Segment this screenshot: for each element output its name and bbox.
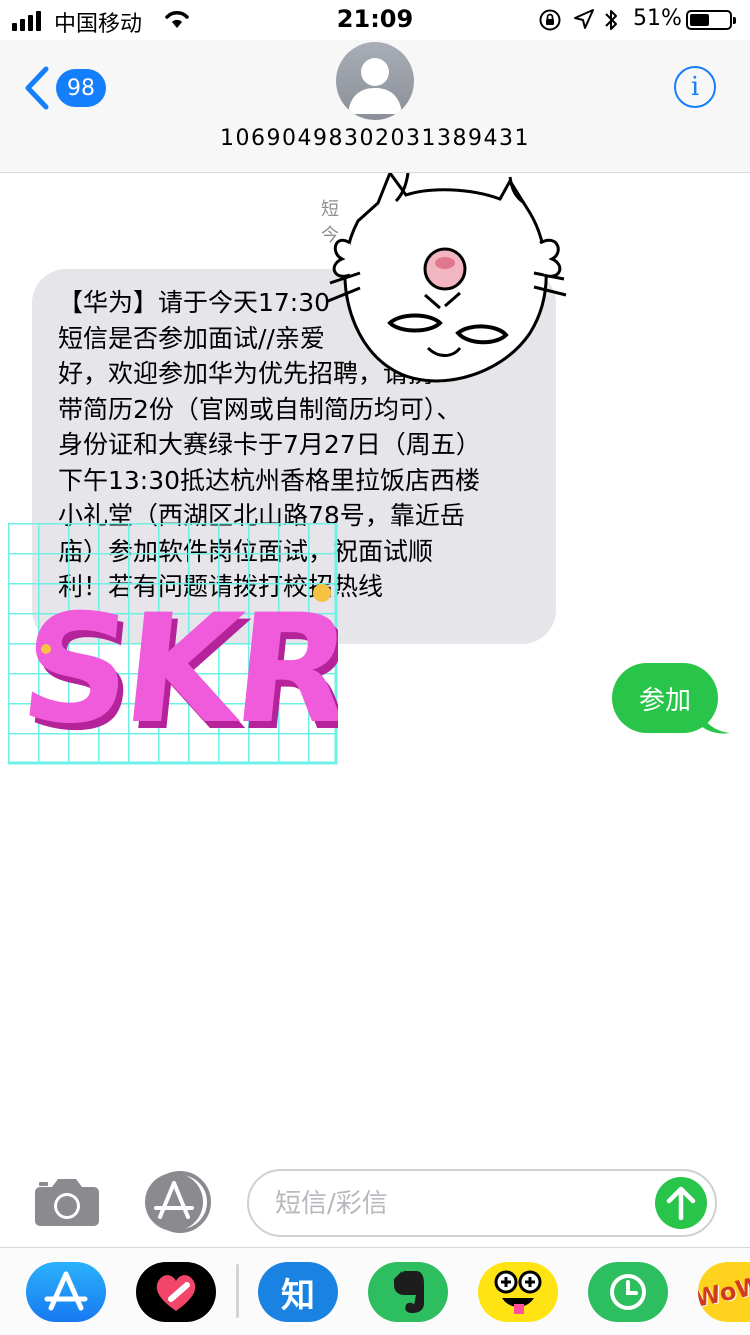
back-button[interactable]: 98 bbox=[24, 66, 106, 110]
sticker-text: SKR bbox=[13, 582, 338, 757]
digital-touch-app[interactable] bbox=[136, 1262, 216, 1322]
chevron-left-icon bbox=[25, 66, 49, 110]
camera-icon[interactable] bbox=[34, 1177, 100, 1227]
battery-icon bbox=[686, 10, 736, 30]
location-arrow-icon bbox=[574, 9, 594, 29]
status-bar: 中国移动 21:09 51% bbox=[0, 0, 750, 40]
app-store-button-icon[interactable] bbox=[140, 1171, 214, 1233]
bluetooth-icon bbox=[605, 10, 617, 30]
message-input-container[interactable] bbox=[247, 1169, 717, 1237]
heart-touch-icon bbox=[156, 1275, 196, 1311]
battery-percent: 51% bbox=[633, 6, 682, 31]
skr-sticker[interactable]: SKR SKR bbox=[8, 523, 338, 765]
compose-bar bbox=[0, 1163, 750, 1247]
info-icon: i bbox=[690, 72, 700, 102]
evernote-icon bbox=[394, 1271, 424, 1313]
emoji-face-icon bbox=[494, 1270, 542, 1314]
message-line: 下午13:30抵达杭州香格里拉饭店西楼 bbox=[58, 465, 481, 495]
clock-icon bbox=[610, 1274, 646, 1310]
evernote-app[interactable] bbox=[368, 1262, 448, 1322]
app-store-app[interactable] bbox=[26, 1262, 106, 1322]
orientation-lock-icon bbox=[539, 9, 561, 31]
contact-avatar[interactable] bbox=[336, 42, 414, 120]
zhihu-app[interactable]: 知 bbox=[258, 1262, 338, 1322]
outgoing-message-text: 参加 bbox=[638, 685, 691, 716]
info-button[interactable]: i bbox=[674, 66, 716, 108]
unread-count-badge: 98 bbox=[56, 69, 106, 107]
app-drawer-divider bbox=[236, 1264, 239, 1318]
battery-level-fill bbox=[690, 14, 709, 26]
message-list[interactable]: 短 今 【华为】请于今天17:30 短信是否参加面试//亲爱 好，欢迎参加华为优… bbox=[0, 173, 750, 1163]
conversation-header: 98 1069049830203138943​1 i bbox=[0, 40, 750, 173]
clock-app[interactable] bbox=[588, 1262, 668, 1322]
person-silhouette-icon bbox=[348, 58, 402, 114]
imessage-app-drawer: 知 WoW bbox=[0, 1247, 750, 1335]
wow-sticker-icon: WoW bbox=[698, 1271, 750, 1313]
appstore-icon bbox=[44, 1271, 88, 1311]
contact-number[interactable]: 1069049830203138943​1 bbox=[0, 126, 750, 151]
bubble-tail bbox=[700, 709, 730, 734]
zhihu-icon: 知 bbox=[281, 1275, 315, 1316]
wow-sticker-app[interactable]: WoW bbox=[698, 1262, 750, 1322]
message-input[interactable] bbox=[273, 1171, 647, 1237]
send-button[interactable] bbox=[655, 1177, 707, 1229]
emoji-stickers-app[interactable] bbox=[478, 1262, 558, 1322]
cat-sticker[interactable] bbox=[320, 173, 580, 393]
message-line: 带简历2份（官网或自制简历均可）、 bbox=[58, 394, 462, 424]
arrow-up-icon bbox=[666, 1186, 696, 1220]
message-line: 身份证和大赛绿卡于7月27日（周五） bbox=[58, 430, 481, 459]
